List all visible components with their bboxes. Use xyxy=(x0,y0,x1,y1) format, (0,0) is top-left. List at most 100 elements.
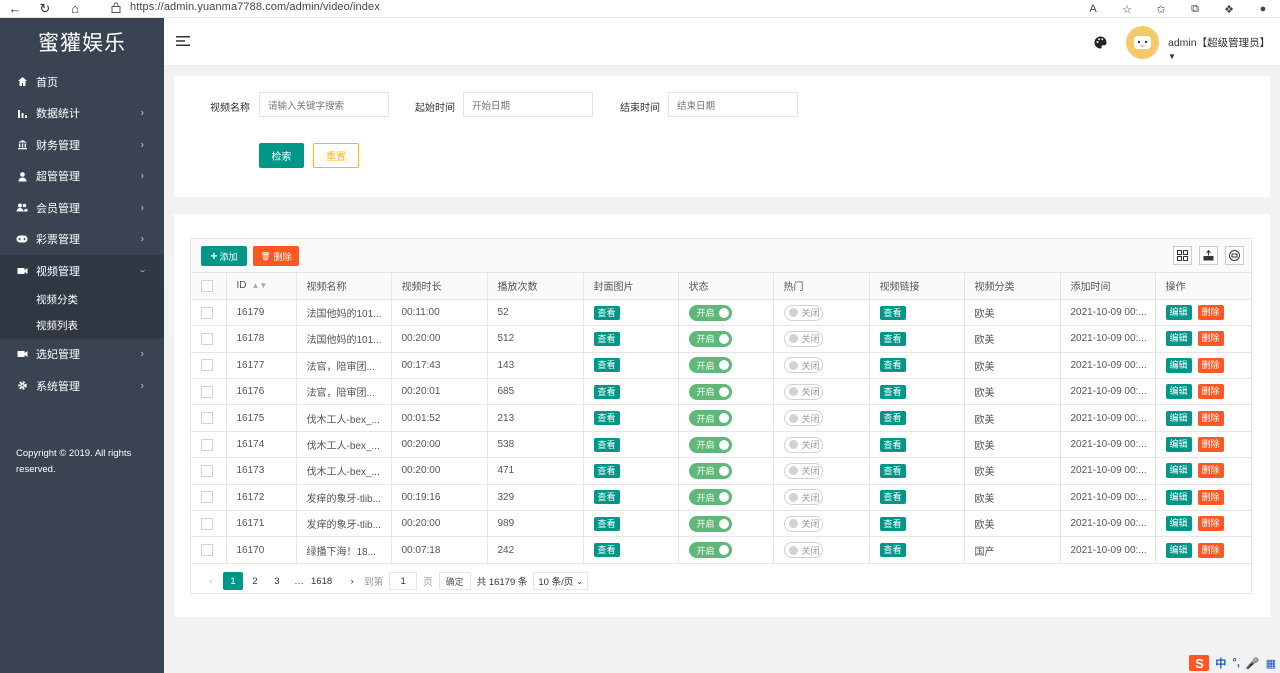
status-toggle[interactable]: 开启 xyxy=(688,542,732,559)
row-select-cell[interactable] xyxy=(191,457,227,485)
select-all-checkbox[interactable] xyxy=(201,279,213,292)
theme-palette-icon[interactable] xyxy=(1094,36,1107,49)
view-link-button[interactable]: 查看 xyxy=(879,411,906,426)
edit-button[interactable]: 编辑 xyxy=(1165,437,1192,453)
keyboard-icon[interactable]: ▦ xyxy=(1266,657,1276,670)
status-toggle[interactable]: 开启 xyxy=(688,383,732,400)
view-link-button[interactable]: 查看 xyxy=(879,358,906,373)
punctuation-icon[interactable]: °, xyxy=(1232,657,1239,669)
add-button[interactable]: + 添加 xyxy=(201,246,247,266)
delete-button[interactable]: 删除 xyxy=(1197,357,1224,373)
url-bar[interactable]: https://admin.yuanma7788.com/admin/video… xyxy=(130,1,380,13)
row-select-cell[interactable] xyxy=(191,484,227,512)
row-checkbox[interactable] xyxy=(201,544,213,557)
sidebar-item-stats[interactable]: 数据统计 › xyxy=(0,98,164,130)
hot-toggle[interactable]: 关闭 xyxy=(783,304,823,321)
video-name-input[interactable]: 请输入关键字搜索 xyxy=(259,92,389,117)
sidebar-item-video[interactable]: 视频管理 › xyxy=(0,255,164,287)
delete-button[interactable]: 删除 xyxy=(1197,463,1224,479)
row-select-cell[interactable] xyxy=(191,431,227,459)
row-select-cell[interactable] xyxy=(191,404,227,432)
sidebar-item-members[interactable]: 会员管理 › xyxy=(0,192,164,224)
row-checkbox[interactable] xyxy=(201,412,213,425)
extensions-icon[interactable]: ❖ xyxy=(1212,3,1246,16)
delete-button[interactable]: 删除 xyxy=(1197,489,1224,505)
row-checkbox[interactable] xyxy=(201,438,213,451)
page-1[interactable]: 1 xyxy=(223,572,243,590)
delete-button[interactable]: 删除 xyxy=(1197,410,1224,426)
row-select-cell[interactable] xyxy=(191,510,227,538)
user-menu[interactable]: admin【超级管理员】 ▼ xyxy=(1168,35,1280,62)
goto-page-input[interactable]: 1 xyxy=(389,572,418,590)
row-select-cell[interactable] xyxy=(191,352,227,380)
home-icon[interactable]: ⌂ xyxy=(60,0,90,18)
hot-toggle[interactable]: 关闭 xyxy=(783,462,823,479)
hot-toggle[interactable]: 关闭 xyxy=(783,515,823,532)
row-select-cell[interactable] xyxy=(191,325,227,353)
edit-button[interactable]: 编辑 xyxy=(1165,357,1192,373)
hot-toggle[interactable]: 关闭 xyxy=(783,383,823,400)
view-link-button[interactable]: 查看 xyxy=(879,490,906,505)
edit-button[interactable]: 编辑 xyxy=(1165,542,1192,558)
view-cover-button[interactable]: 查看 xyxy=(593,516,620,531)
sidebar-item-finance[interactable]: 财务管理 › xyxy=(0,129,164,161)
edit-button[interactable]: 编辑 xyxy=(1165,384,1192,400)
back-icon[interactable]: ← xyxy=(0,0,30,18)
page-last[interactable]: 1618 xyxy=(311,572,332,590)
search-button[interactable]: 检索 xyxy=(259,143,304,168)
delete-button[interactable]: 删除 xyxy=(1197,331,1224,347)
avatar[interactable] xyxy=(1126,26,1159,59)
delete-button[interactable]: 删除 xyxy=(1197,542,1224,558)
select-all-cell[interactable] xyxy=(191,273,227,300)
row-select-cell[interactable] xyxy=(191,378,227,406)
row-select-cell[interactable] xyxy=(191,536,227,564)
view-link-button[interactable]: 查看 xyxy=(879,384,906,399)
profile-icon[interactable]: ● xyxy=(1246,3,1280,15)
view-cover-button[interactable]: 查看 xyxy=(593,463,620,478)
delete-button[interactable]: 删除 xyxy=(1197,305,1224,321)
sidebar-item-home[interactable]: 首页 xyxy=(0,66,164,98)
sort-icon[interactable]: ▲▼ xyxy=(252,281,268,290)
sidebar-item-system[interactable]: 系统管理 › xyxy=(0,370,164,402)
refresh-icon[interactable]: ↻ xyxy=(30,0,60,18)
status-toggle[interactable]: 开启 xyxy=(688,410,732,427)
batch-delete-button[interactable]: 🗑 删除 xyxy=(253,246,299,266)
col-id[interactable]: ID ▲▼ xyxy=(226,273,297,300)
read-aloud-icon[interactable]: A xyxy=(1076,3,1110,15)
view-link-button[interactable]: 查看 xyxy=(879,305,906,320)
sidebar-subitem-video-category[interactable]: 视频分类 xyxy=(0,287,164,313)
goto-confirm-button[interactable]: 确定 xyxy=(438,572,471,590)
view-link-button[interactable]: 查看 xyxy=(879,437,906,452)
end-date-input[interactable]: 结束日期 xyxy=(668,92,798,117)
view-cover-button[interactable]: 查看 xyxy=(593,358,620,373)
next-page-icon[interactable]: › xyxy=(342,572,362,590)
view-cover-button[interactable]: 查看 xyxy=(593,437,620,452)
row-checkbox[interactable] xyxy=(201,306,213,319)
print-icon[interactable] xyxy=(1225,246,1244,265)
page-size-select[interactable]: 10 条/页 ⌄ xyxy=(533,572,588,590)
row-checkbox[interactable] xyxy=(201,332,213,345)
view-link-button[interactable]: 查看 xyxy=(879,543,906,558)
status-toggle[interactable]: 开启 xyxy=(688,304,732,321)
view-link-button[interactable]: 查看 xyxy=(879,463,906,478)
hot-toggle[interactable]: 关闭 xyxy=(783,436,823,453)
view-cover-button[interactable]: 查看 xyxy=(593,411,620,426)
favorite-icon[interactable]: ☆ xyxy=(1110,3,1144,16)
hot-toggle[interactable]: 关闭 xyxy=(783,410,823,427)
edit-button[interactable]: 编辑 xyxy=(1165,489,1192,505)
delete-button[interactable]: 删除 xyxy=(1197,384,1224,400)
row-checkbox[interactable] xyxy=(201,491,213,504)
export-icon[interactable] xyxy=(1199,246,1218,265)
columns-filter-icon[interactable] xyxy=(1173,246,1192,265)
edit-button[interactable]: 编辑 xyxy=(1165,331,1192,347)
delete-button[interactable]: 删除 xyxy=(1197,516,1224,532)
sogou-logo-icon[interactable]: S xyxy=(1189,655,1210,671)
edit-button[interactable]: 编辑 xyxy=(1165,305,1192,321)
prev-page-icon[interactable]: ‹ xyxy=(201,572,221,590)
sidebar-item-concubine[interactable]: 选妃管理 › xyxy=(0,339,164,371)
start-date-input[interactable]: 开始日期 xyxy=(463,92,593,117)
delete-button[interactable]: 删除 xyxy=(1197,437,1224,453)
view-link-button[interactable]: 查看 xyxy=(879,331,906,346)
row-checkbox[interactable] xyxy=(201,359,213,372)
row-checkbox[interactable] xyxy=(201,517,213,530)
